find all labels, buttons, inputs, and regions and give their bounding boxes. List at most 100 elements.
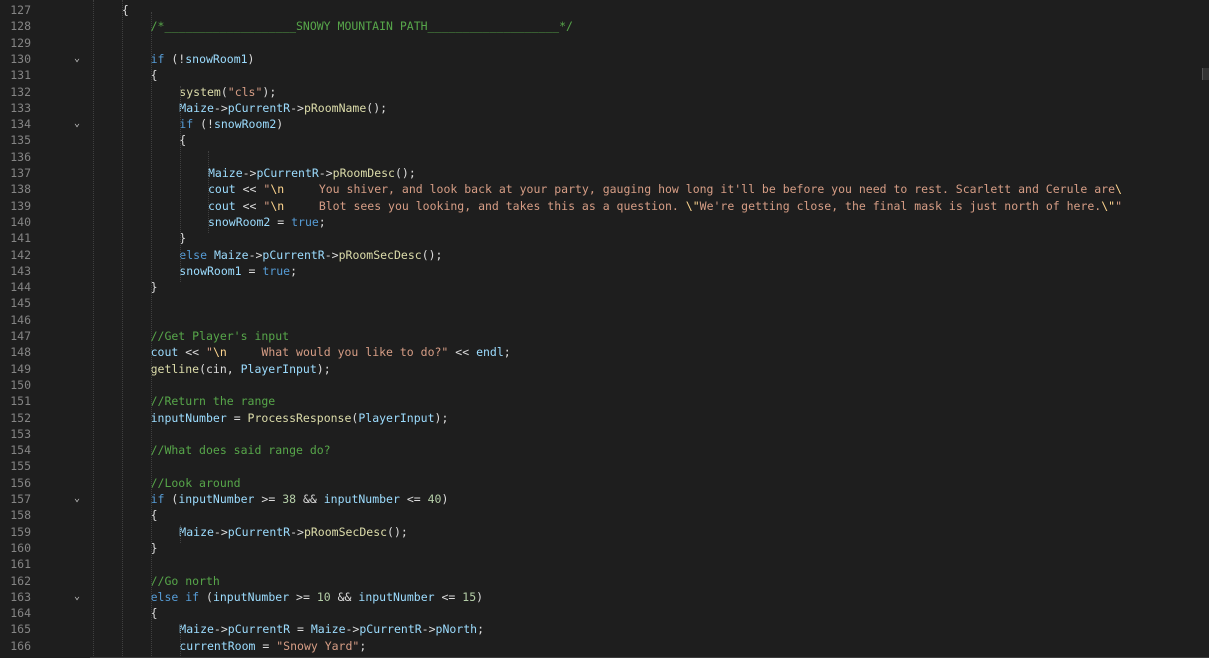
code-line[interactable]: snowRoom1 = true; bbox=[179, 263, 297, 279]
code-token: //Return the range bbox=[150, 394, 276, 409]
code-token: ) bbox=[276, 117, 284, 132]
code-token: << bbox=[448, 345, 477, 360]
code-token: Blot sees you looking, and takes this as… bbox=[284, 198, 686, 213]
code-line[interactable]: if (inputNumber >= 38 && inputNumber <= … bbox=[151, 491, 449, 507]
code-token: getline bbox=[150, 361, 200, 376]
line-number: 144 bbox=[10, 280, 31, 295]
code-token: -> bbox=[345, 622, 360, 637]
code-token: ) bbox=[476, 589, 484, 604]
code-token: cout bbox=[208, 198, 236, 213]
code-token: << bbox=[178, 345, 206, 360]
code-token: 15 bbox=[462, 589, 477, 604]
code-token: -> bbox=[318, 166, 333, 180]
code-line[interactable]: Maize->pCurrentR->pRoomSecDesc(); bbox=[179, 524, 408, 540]
code-token: snowRoom2 bbox=[208, 214, 271, 229]
code-token: else bbox=[179, 247, 207, 262]
code-line[interactable]: //Look around bbox=[151, 475, 241, 491]
fold-toggle-icon[interactable]: ⌄ bbox=[72, 589, 82, 605]
code-token: \ bbox=[1115, 182, 1122, 197]
code-token: <= bbox=[399, 492, 428, 506]
code-token: snowRoom1 bbox=[179, 263, 242, 278]
code-token: //Get Player's input bbox=[150, 329, 290, 343]
code-token: (! bbox=[193, 117, 214, 132]
line-number: 149 bbox=[10, 361, 31, 376]
line-number: 153 bbox=[10, 426, 31, 441]
line-number: 166 bbox=[10, 638, 31, 653]
line-number: 131 bbox=[10, 68, 31, 83]
line-number: 165 bbox=[10, 622, 31, 637]
code-line[interactable]: //What does said range do? bbox=[151, 442, 331, 458]
code-token: = bbox=[241, 263, 263, 278]
code-line[interactable]: cout << "\n What would you like to do?" … bbox=[151, 344, 511, 360]
code-token: <= bbox=[434, 589, 463, 604]
fold-toggle-icon[interactable]: ⌄ bbox=[72, 491, 82, 507]
code-line[interactable]: { bbox=[122, 2, 129, 18]
code-line[interactable]: //Go north bbox=[151, 573, 220, 589]
code-token: " bbox=[1115, 198, 1123, 213]
code-token: "Snowy Yard" bbox=[276, 638, 360, 653]
code-line[interactable]: getline(cin, PlayerInput); bbox=[151, 361, 331, 377]
indent-guide bbox=[122, 0, 123, 658]
code-line[interactable]: Maize->pCurrentR = Maize->pCurrentR->pNo… bbox=[179, 621, 484, 637]
code-token: pCurrentR bbox=[256, 166, 319, 180]
code-token: if bbox=[150, 51, 165, 66]
line-number: 142 bbox=[10, 247, 31, 262]
code-token: (); bbox=[366, 100, 388, 115]
code-token: ProcessResponse bbox=[247, 410, 352, 425]
code-token: (); bbox=[394, 166, 416, 180]
code-token: && bbox=[330, 589, 359, 604]
code-token: -> bbox=[213, 622, 228, 637]
code-token: = bbox=[270, 214, 292, 229]
code-line[interactable]: //Get Player's input bbox=[151, 328, 289, 344]
code-token: inputNumber bbox=[212, 589, 290, 604]
code-line[interactable]: Maize->pCurrentR->pRoomDesc(); bbox=[208, 165, 416, 181]
code-token: -> bbox=[242, 166, 257, 180]
code-token: //Look around bbox=[150, 475, 241, 490]
code-token: snowRoom2 bbox=[213, 117, 277, 132]
code-line[interactable]: cout << "\n You shiver, and look back at… bbox=[208, 181, 1122, 197]
code-token: ; bbox=[318, 214, 326, 229]
code-token: ; bbox=[477, 622, 485, 637]
code-token: true bbox=[262, 263, 291, 278]
code-line[interactable]: /*___________________SNOWY MOUNTAIN PATH… bbox=[151, 18, 573, 34]
fold-toggle-icon[interactable]: ⌄ bbox=[72, 116, 82, 132]
code-token: //What does said range do? bbox=[150, 443, 331, 458]
code-token: >= bbox=[289, 589, 317, 604]
code-token: -> bbox=[213, 100, 228, 115]
code-line[interactable]: inputNumber = ProcessResponse(PlayerInpu… bbox=[151, 410, 449, 426]
code-editor[interactable]: 127 {128 /*___________________SNOWY MOUNTA… bbox=[0, 0, 1209, 658]
code-line[interactable]: Maize->pCurrentR->pRoomName(); bbox=[179, 100, 387, 116]
line-number: 128 bbox=[10, 19, 31, 34]
code-token: currentRoom bbox=[179, 638, 256, 653]
scrollbar-marker[interactable] bbox=[1202, 68, 1209, 80]
code-line[interactable]: else Maize->pCurrentR->pRoomSecDesc(); bbox=[179, 247, 442, 263]
code-token: else bbox=[150, 589, 179, 604]
line-number: 129 bbox=[10, 35, 31, 50]
code-token: Maize bbox=[179, 524, 214, 539]
code-token: (); bbox=[387, 524, 408, 539]
code-token: cout bbox=[150, 345, 179, 360]
code-line[interactable]: snowRoom2 = true; bbox=[208, 214, 326, 230]
code-line[interactable]: else if (inputNumber >= 10 && inputNumbe… bbox=[151, 589, 483, 605]
code-token: /*___________________SNOWY MOUNTAIN PATH… bbox=[150, 19, 573, 34]
line-number: 138 bbox=[10, 182, 31, 197]
code-token: 40 bbox=[427, 492, 442, 506]
code-token: -> bbox=[324, 247, 339, 262]
line-number: 132 bbox=[10, 84, 31, 99]
code-line[interactable]: system("cls"); bbox=[179, 84, 276, 100]
code-line[interactable]: if (!snowRoom1) bbox=[151, 51, 255, 67]
line-number: 151 bbox=[10, 394, 31, 409]
code-token: We're getting close, the final mask is j… bbox=[699, 198, 1102, 213]
code-token: system bbox=[179, 84, 221, 99]
line-number: 150 bbox=[10, 377, 31, 392]
code-token: = bbox=[290, 622, 311, 637]
code-line[interactable]: //Return the range bbox=[151, 393, 276, 409]
code-token: //Go north bbox=[150, 573, 220, 588]
code-token: ; bbox=[503, 345, 511, 360]
code-line[interactable]: currentRoom = "Snowy Yard"; bbox=[179, 638, 366, 654]
code-line[interactable]: cout << " \n Blot sees you looking, and t… bbox=[208, 198, 1122, 214]
code-token: ); bbox=[316, 361, 331, 376]
code-line[interactable]: if (!snowRoom2) bbox=[179, 116, 283, 132]
fold-toggle-icon[interactable]: ⌄ bbox=[72, 51, 82, 67]
code-token: \" bbox=[685, 198, 700, 213]
